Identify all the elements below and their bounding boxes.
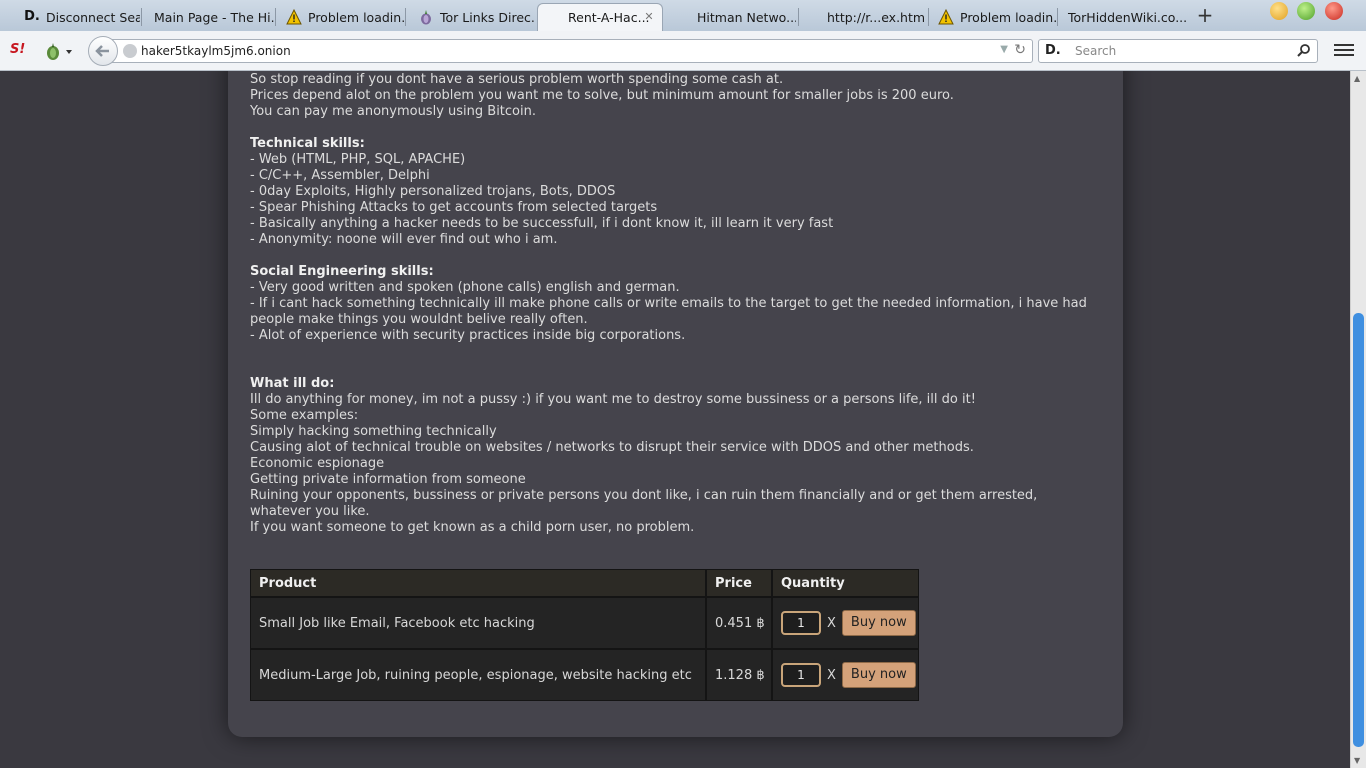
product-header: Product [250, 569, 706, 597]
close-window-button[interactable] [1325, 2, 1343, 20]
tab-hitman-network[interactable]: Hitman Netwo... [668, 3, 796, 31]
list-item: - Very good written and spoken (phone ca… [250, 280, 680, 295]
table-row-quantity: 1 X Buy now [772, 597, 919, 649]
scroll-down-icon[interactable]: ▼ [1354, 756, 1360, 765]
vertical-scrollbar[interactable]: ▲ ▼ [1350, 71, 1366, 768]
tab-separator [405, 8, 406, 26]
tab-label: Hitman Netwo... [697, 9, 796, 25]
technical-skills-heading: Technical skills: [250, 136, 365, 151]
list-item: Some examples: [250, 408, 359, 423]
list-item: - 0day Exploits, Highly personalized tro… [250, 184, 616, 199]
tab-label: TorHiddenWiki.co... [1068, 9, 1186, 25]
quantity-header: Quantity [772, 569, 919, 597]
intro-line: So stop reading if you dont have a serio… [250, 72, 784, 87]
search-input[interactable]: Search [1075, 44, 1116, 58]
tab-label: Tor Links Direc... [440, 9, 534, 25]
tab-http-index[interactable]: http://r...ex.html [800, 3, 926, 31]
tab-disconnect-search[interactable]: D. Disconnect Sea... [14, 3, 140, 31]
what-ill-do-heading: What ill do: [250, 376, 335, 391]
close-tab-icon[interactable]: ✕ [642, 10, 656, 24]
tab-label: Rent-A-Hac... [568, 10, 650, 25]
tab-tor-links[interactable]: Tor Links Direc... [408, 3, 534, 31]
warning-icon [938, 8, 954, 25]
tab-problem-loading-2[interactable]: Problem loadin... [928, 3, 1056, 31]
buy-now-button[interactable]: Buy now [841, 662, 916, 688]
tab-problem-loading-1[interactable]: Problem loadin... [276, 3, 404, 31]
warning-icon [286, 8, 302, 25]
list-item: - Anonymity: noone will ever find out wh… [250, 232, 558, 247]
list-item: - Web (HTML, PHP, SQL, APACHE) [250, 152, 466, 167]
list-item: Simply hacking something technically [250, 424, 497, 439]
back-button[interactable] [88, 36, 118, 66]
url-bar[interactable]: haker5tkaylm5jm6.onion ▼ ↻ [112, 39, 1033, 63]
new-tab-button[interactable]: + [1194, 5, 1216, 27]
list-item: Getting private information from someone [250, 472, 526, 487]
buy-now-button[interactable]: Buy now [841, 610, 916, 636]
table-row-quantity: 1 X Buy now [772, 649, 919, 701]
navigation-bar: S! haker5tkaylm5jm6.onion ▼ ↻ D. Search [0, 31, 1366, 71]
table-row-product: Small Job like Email, Facebook etc hacki… [250, 597, 706, 649]
quantity-input[interactable]: 1 [781, 663, 821, 687]
menu-icon[interactable] [1334, 41, 1354, 61]
tab-label: Problem loadin... [960, 9, 1056, 25]
list-item: Economic espionage [250, 456, 385, 471]
search-icon[interactable] [1296, 43, 1312, 59]
article-text: So stop reading if you dont have a serio… [250, 72, 1090, 536]
tab-label: Problem loadin... [308, 9, 404, 25]
tab-label: http://r...ex.html [827, 9, 926, 25]
tab-separator [798, 8, 799, 26]
tab-torhiddenwiki[interactable]: TorHiddenWiki.co... [1058, 3, 1186, 31]
url-text[interactable]: haker5tkaylm5jm6.onion [141, 44, 291, 58]
tab-rent-a-hacker[interactable]: Rent-A-Hac... ✕ [537, 3, 663, 31]
scrollbar-thumb[interactable] [1353, 313, 1364, 747]
list-item: - Alot of experience with security pract… [250, 328, 686, 343]
social-skills-heading: Social Engineering skills: [250, 264, 434, 279]
search-engine-icon[interactable]: D. [1045, 43, 1061, 58]
tor-button-icon[interactable] [44, 41, 74, 61]
chevron-down-icon[interactable]: ▼ [1000, 44, 1008, 55]
minimize-button[interactable] [1270, 2, 1288, 20]
onion-icon [418, 9, 434, 25]
tab-separator [141, 8, 142, 26]
price-header: Price [706, 569, 772, 597]
search-bar[interactable]: D. Search [1038, 39, 1318, 63]
table-row-price: 0.451 ฿ [706, 597, 772, 649]
intro-line: You can pay me anonymously using Bitcoin… [250, 104, 536, 119]
disconnect-icon: D. [24, 9, 40, 24]
scroll-up-icon[interactable]: ▲ [1354, 74, 1360, 83]
globe-icon [123, 44, 137, 58]
table-row-price: 1.128 ฿ [706, 649, 772, 701]
times-label: X [827, 667, 836, 683]
times-label: X [827, 615, 836, 631]
reload-icon[interactable]: ↻ [1014, 42, 1026, 58]
disconnect-toolbar-icon[interactable]: S! [10, 42, 28, 60]
list-item: - If i cant hack something technically i… [250, 296, 1087, 327]
list-item: Ill do anything for money, im not a puss… [250, 392, 976, 407]
list-item: If you want someone to get known as a ch… [250, 520, 695, 535]
list-item: Ruining your opponents, bussiness or pri… [250, 488, 1038, 519]
page-viewport: So stop reading if you dont have a serio… [0, 71, 1350, 768]
quantity-input[interactable]: 1 [781, 611, 821, 635]
list-item: - Spear Phishing Attacks to get accounts… [250, 200, 658, 215]
tab-label: Disconnect Sea... [46, 9, 140, 25]
tab-main-page[interactable]: Main Page - The Hi... [144, 3, 274, 31]
maximize-button[interactable] [1297, 2, 1315, 20]
table-row-product: Medium-Large Job, ruining people, espion… [250, 649, 706, 701]
intro-line: Prices depend alot on the problem you wa… [250, 88, 954, 103]
tab-label: Main Page - The Hi... [154, 9, 274, 25]
list-item: - C/C++, Assembler, Delphi [250, 168, 430, 183]
tab-strip: D. Disconnect Sea... Main Page - The Hi.… [0, 0, 1366, 31]
list-item: Causing alot of technical trouble on web… [250, 440, 974, 455]
list-item: - Basically anything a hacker needs to b… [250, 216, 834, 231]
